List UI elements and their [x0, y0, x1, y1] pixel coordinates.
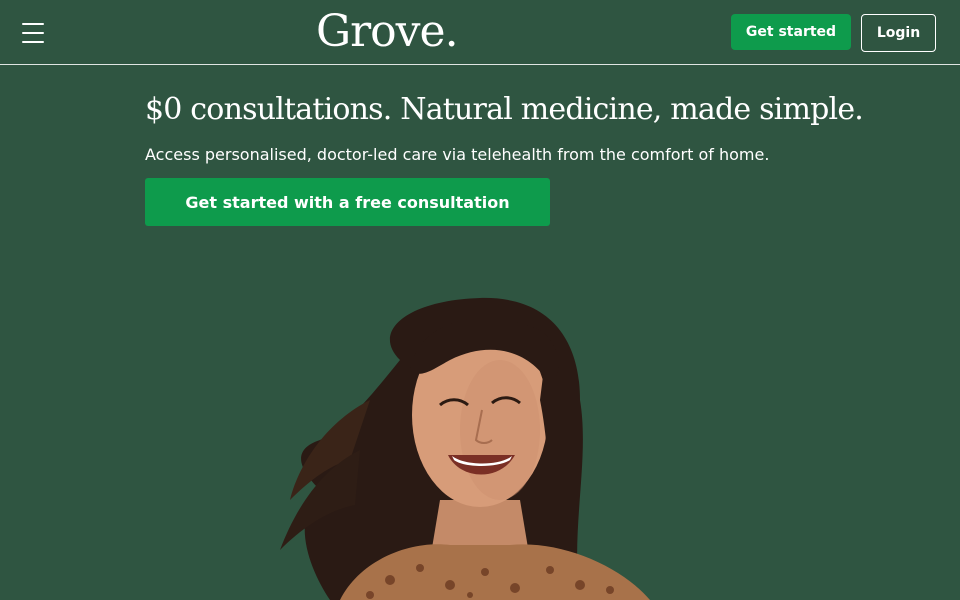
- get-started-button[interactable]: Get started: [731, 14, 851, 50]
- menu-line: [22, 23, 44, 25]
- hero-title: $0 consultations. Natural medicine, made…: [145, 92, 864, 127]
- menu-line: [22, 32, 44, 34]
- hero-subtitle: Access personalised, doctor-led care via…: [145, 145, 770, 164]
- site-header: Grove. Get started Login: [0, 0, 960, 65]
- free-consultation-button[interactable]: Get started with a free consultation: [145, 178, 550, 226]
- hamburger-menu-icon[interactable]: [22, 20, 50, 43]
- page: Grove. Get started Login $0 consultation…: [0, 0, 960, 600]
- login-button[interactable]: Login: [861, 14, 936, 52]
- menu-line: [22, 41, 44, 43]
- brand-logo[interactable]: Grove.: [316, 6, 459, 58]
- smiling-woman-photo: [280, 297, 650, 600]
